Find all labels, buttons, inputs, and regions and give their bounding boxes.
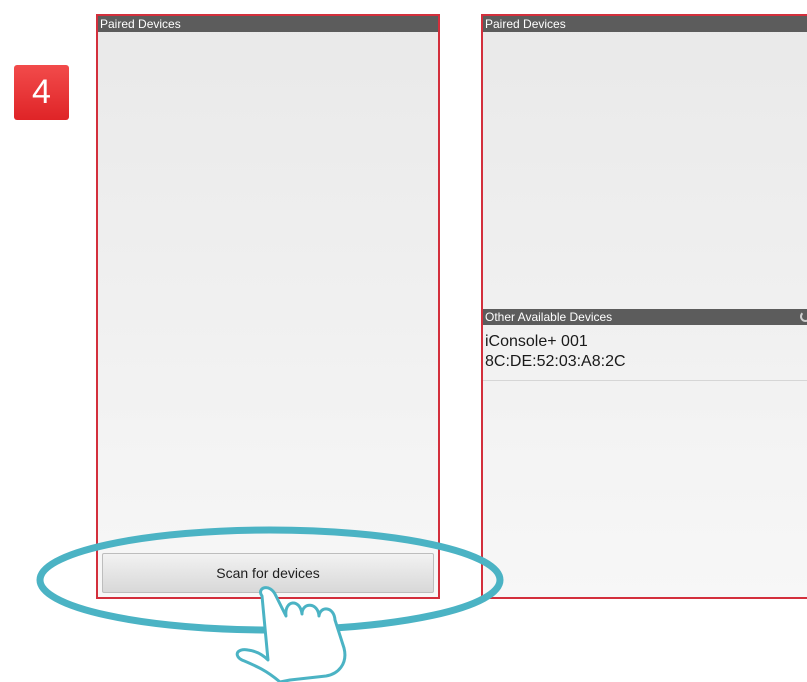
progress-spinner-icon [800, 311, 807, 322]
step-number: 4 [32, 73, 51, 111]
device-name: iConsole+ 001 [485, 333, 588, 350]
other-devices-header-label: Other Available Devices [485, 310, 613, 324]
scan-for-devices-button[interactable]: Scan for devices [102, 553, 434, 593]
screen-before-scan: Paired Devices Scan for devices [96, 14, 440, 599]
device-mac-address: 8C:DE:52:03:A8:2C [485, 353, 626, 370]
step-number-badge: 4 [14, 65, 69, 120]
tap-hand-icon [235, 586, 347, 682]
device-list-item[interactable]: iConsole+ 001 8C:DE:52:03:A8:2C [483, 328, 807, 381]
paired-devices-header: Paired Devices [98, 16, 438, 32]
scan-button-label: Scan for devices [216, 565, 320, 581]
screen-after-scan: Paired Devices Other Available Devices i… [481, 14, 807, 599]
paired-devices-header: Paired Devices [483, 16, 807, 32]
other-available-devices-header: Other Available Devices [483, 309, 807, 325]
